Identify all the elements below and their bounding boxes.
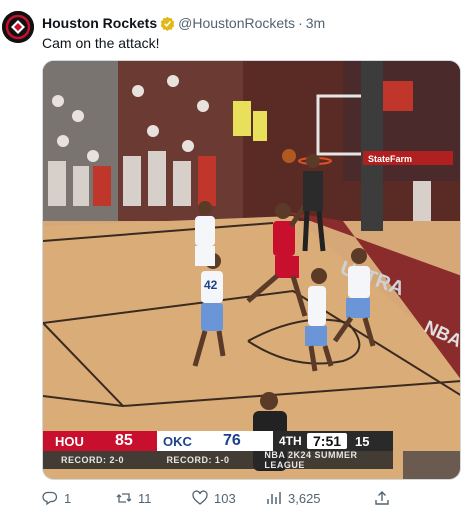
game-video-frame: StateFarm ULTRA NBA 42 bbox=[43, 61, 460, 479]
views-count: 3,625 bbox=[288, 490, 321, 506]
home-team-abbr: HOU bbox=[55, 433, 84, 449]
sponsor-text: StateFarm bbox=[368, 154, 412, 164]
jersey-number: 42 bbox=[204, 278, 218, 292]
heart-icon bbox=[192, 490, 208, 505]
scorebug: HOU 85 OKC 76 4TH 7:51 15 RECORD: 2-0 RE… bbox=[43, 431, 393, 471]
display-name[interactable]: Houston Rockets bbox=[42, 15, 157, 31]
home-team-score: 85 bbox=[115, 432, 133, 449]
retweet-count: 11 bbox=[138, 490, 152, 506]
verified-badge-icon bbox=[160, 16, 175, 31]
handle[interactable]: @HoustonRockets bbox=[178, 15, 295, 31]
away-team-score: 76 bbox=[223, 432, 241, 449]
league-label: NBA 2K24 SUMMER LEAGUE bbox=[264, 450, 358, 470]
reply-button[interactable]: 1 bbox=[42, 490, 71, 506]
rockets-logo-icon bbox=[2, 11, 34, 43]
game-clock: 7:51 bbox=[307, 433, 348, 449]
retweet-button[interactable]: 11 bbox=[116, 490, 152, 506]
reply-count: 1 bbox=[64, 490, 72, 506]
reply-icon bbox=[42, 491, 58, 506]
tweet-header: Houston Rockets @HoustonRockets · 3m bbox=[42, 14, 325, 32]
views-button[interactable]: 3,625 bbox=[266, 490, 321, 506]
home-record: RECORD: 2-0 bbox=[61, 455, 125, 465]
away-team-panel: OKC 76 bbox=[157, 431, 273, 451]
period: 4TH bbox=[279, 434, 302, 448]
share-icon bbox=[375, 491, 389, 505]
away-team-abbr: OKC bbox=[163, 433, 192, 449]
like-count: 103 bbox=[214, 490, 236, 506]
shot-clock: 15 bbox=[355, 433, 370, 449]
home-team-panel: HOU 85 bbox=[43, 431, 157, 451]
tweet-text: Cam on the attack! bbox=[42, 35, 160, 51]
share-button[interactable] bbox=[374, 490, 396, 506]
retweet-icon bbox=[116, 493, 132, 503]
tweet-actions: 1 11 103 3,625 bbox=[42, 490, 462, 506]
views-icon bbox=[267, 492, 281, 504]
avatar[interactable] bbox=[2, 11, 34, 43]
tweet-media[interactable]: StateFarm ULTRA NBA 42 HOU 85 OKC 76 4TH… bbox=[42, 60, 461, 480]
away-record: RECORD: 1-0 bbox=[166, 455, 230, 465]
game-clock-panel: 4TH 7:51 15 bbox=[273, 431, 393, 451]
like-button[interactable]: 103 bbox=[192, 490, 236, 506]
tweet: Houston Rockets @HoustonRockets · 3m Cam… bbox=[0, 0, 474, 511]
timestamp[interactable]: 3m bbox=[306, 15, 325, 31]
scorebug-records: RECORD: 2-0 RECORD: 1-0 NBA 2K24 SUMMER … bbox=[43, 450, 393, 470]
separator-dot: · bbox=[298, 15, 303, 31]
